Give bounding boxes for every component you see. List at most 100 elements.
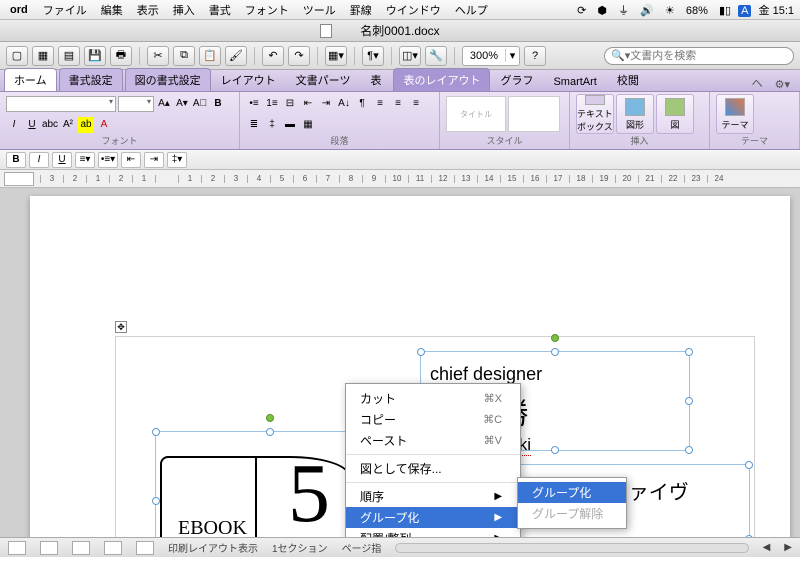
ctx-save-as-picture[interactable]: 図として保存... — [346, 458, 520, 479]
tab-review[interactable]: 校閲 — [607, 68, 649, 91]
align-center-button[interactable]: ≡ — [390, 96, 406, 112]
ctx-paste[interactable]: ペースト⌘V — [346, 430, 520, 451]
numbering-button[interactable]: 1≡ — [264, 96, 280, 112]
tab-selector[interactable] — [4, 172, 34, 186]
menu-edit[interactable]: 編集 — [94, 2, 130, 18]
paste-button[interactable]: 📋 — [199, 46, 221, 66]
open-button[interactable]: ▦ — [32, 46, 54, 66]
resize-handle-l[interactable] — [152, 497, 160, 505]
format-painter-button[interactable]: 🖌 — [225, 46, 247, 66]
tab-layout[interactable]: レイアウト — [211, 68, 286, 91]
horizontal-scrollbar[interactable] — [395, 543, 748, 553]
cut-button[interactable]: ✂ — [147, 46, 169, 66]
resize-handle-t[interactable] — [266, 428, 274, 436]
horizontal-ruler[interactable]: 3212112345678910111213141516171819202122… — [0, 170, 800, 188]
rotate-handle-2[interactable] — [551, 334, 559, 342]
sidebar-button[interactable]: ◫▾ — [399, 46, 421, 66]
toolbox-button[interactable]: 🔧 — [425, 46, 447, 66]
menu-font[interactable]: フォント — [238, 2, 296, 18]
bold-button[interactable]: B — [210, 96, 226, 112]
style-preview[interactable]: タイトル — [446, 96, 506, 132]
sort-button[interactable]: A↓ — [336, 96, 352, 112]
strike-button[interactable]: abc — [42, 117, 58, 133]
save-button[interactable]: 💾 — [84, 46, 106, 66]
line-spacing-button[interactable]: ‡ — [264, 117, 280, 133]
ctx-group[interactable]: グループ化▶ — [346, 507, 520, 528]
copy-button[interactable]: ⧉ — [173, 46, 195, 66]
fmt-italic[interactable]: I — [29, 152, 49, 168]
template-button[interactable]: ▤ — [58, 46, 80, 66]
tab-home[interactable]: ホーム — [4, 68, 57, 91]
zoom-dropdown[interactable]: ▾ — [505, 49, 519, 62]
resize-handle[interactable] — [551, 348, 559, 356]
resize-handle-tl[interactable] — [152, 428, 160, 436]
theme-button[interactable]: テーマ — [716, 94, 754, 134]
redo-button[interactable]: ↷ — [288, 46, 310, 66]
help-button[interactable]: ? — [524, 46, 546, 66]
menu-help[interactable]: ヘルプ — [448, 2, 495, 18]
rotate-handle[interactable] — [266, 414, 274, 422]
tab-doc-parts[interactable]: 文書パーツ — [286, 68, 361, 91]
document-canvas[interactable]: ✥ EBOOK 5 — [0, 188, 800, 557]
italic-button[interactable]: I — [6, 117, 22, 133]
indent-dec-button[interactable]: ⇤ — [300, 96, 316, 112]
zoom-control[interactable]: ▾ — [462, 46, 520, 66]
shape-button[interactable]: 図形 — [616, 94, 654, 134]
justify-button[interactable]: ≣ — [246, 117, 262, 133]
ime-indicator[interactable]: A — [738, 5, 751, 17]
picture-button[interactable]: 図 — [656, 94, 694, 134]
scroll-right[interactable]: ▶ — [784, 542, 792, 553]
menu-format[interactable]: 書式 — [202, 2, 238, 18]
fmt-indent-in[interactable]: ⇥ — [144, 152, 164, 168]
ctx-copy[interactable]: コピー⌘C — [346, 409, 520, 430]
superscript-button[interactable]: A² — [60, 117, 76, 133]
font-size-select[interactable] — [118, 96, 154, 112]
view-mode-1[interactable] — [8, 541, 26, 555]
shading-button[interactable]: ▬ — [282, 117, 298, 133]
style-preview-2[interactable] — [508, 96, 560, 132]
grow-font-button[interactable]: A▴ — [156, 96, 172, 112]
resize-handle[interactable] — [685, 348, 693, 356]
tab-table-layout[interactable]: 表のレイアウト — [393, 68, 490, 91]
multilevel-button[interactable]: ⊟ — [282, 96, 298, 112]
font-family-select[interactable] — [6, 96, 116, 112]
clear-format-button[interactable]: A⃠ — [192, 96, 208, 112]
print-button[interactable]: 🖶 — [110, 46, 132, 66]
fmt-indent-out[interactable]: ⇤ — [121, 152, 141, 168]
underline-button[interactable]: U — [24, 117, 40, 133]
new-doc-button[interactable]: ▢ — [6, 46, 28, 66]
table-move-handle[interactable]: ✥ — [115, 321, 127, 333]
ctx-cut[interactable]: カット⌘X — [346, 388, 520, 409]
ribbon-collapse[interactable]: ヘ — [746, 75, 769, 91]
align-left-button[interactable]: ≡ — [372, 96, 388, 112]
shrink-font-button[interactable]: A▾ — [174, 96, 190, 112]
align-right-button[interactable]: ≡ — [408, 96, 424, 112]
bullets-button[interactable]: •≡ — [246, 96, 262, 112]
indent-inc-button[interactable]: ⇥ — [318, 96, 334, 112]
menu-table[interactable]: 罫線 — [343, 2, 379, 18]
tab-smartart[interactable]: SmartArt — [543, 72, 606, 91]
highlight-button[interactable]: ab — [78, 117, 94, 133]
fmt-spacing[interactable]: ‡▾ — [167, 152, 187, 168]
fmt-bold[interactable]: B — [6, 152, 26, 168]
view-mode-2[interactable] — [40, 541, 58, 555]
menu-insert[interactable]: 挿入 — [166, 2, 202, 18]
ribbon-options[interactable]: ⚙▾ — [769, 78, 796, 91]
tab-picture-format[interactable]: 図の書式設定 — [125, 68, 211, 91]
tab-table[interactable]: 表 — [360, 68, 391, 91]
fmt-underline[interactable]: U — [52, 152, 72, 168]
zoom-value[interactable] — [463, 50, 505, 62]
sub-group[interactable]: グループ化 — [518, 482, 626, 503]
menu-file[interactable]: ファイル — [36, 2, 94, 18]
borders-button[interactable]: ▦ — [300, 117, 316, 133]
tab-format-settings[interactable]: 書式設定 — [59, 68, 123, 91]
font-color-button[interactable]: A — [96, 117, 112, 133]
search-box[interactable]: 🔍▾ — [604, 47, 794, 65]
undo-button[interactable]: ↶ — [262, 46, 284, 66]
view-mode-4[interactable] — [104, 541, 122, 555]
show-hide-button[interactable]: ¶▾ — [362, 46, 384, 66]
view-mode-5[interactable] — [136, 541, 154, 555]
tab-chart[interactable]: グラフ — [490, 68, 543, 91]
gallery-button[interactable]: ▦▾ — [325, 46, 347, 66]
textbox-button[interactable]: テキスト ボックス — [576, 94, 614, 134]
